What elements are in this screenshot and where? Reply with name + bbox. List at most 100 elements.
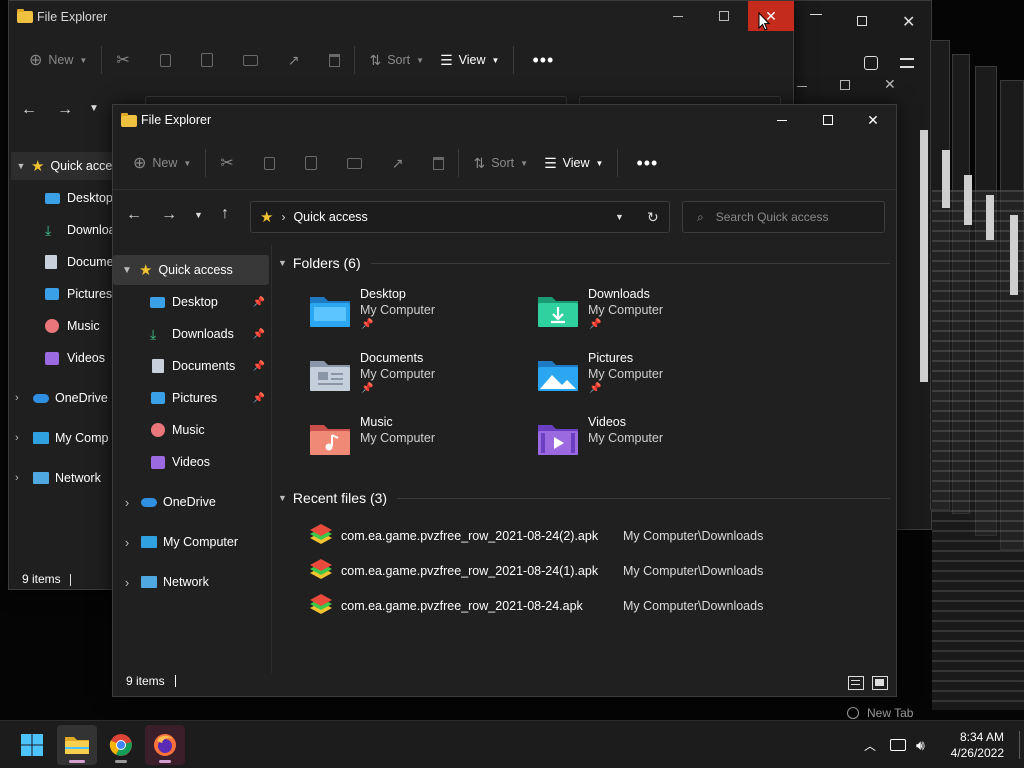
sort-button[interactable]: ⇅ Sort ▼ — [465, 147, 536, 179]
minimize-icon[interactable] — [797, 86, 807, 87]
forward-arrow-icon[interactable]: → — [57, 101, 73, 119]
show-desktop-button[interactable] — [1019, 731, 1020, 759]
recent-files-section-header[interactable]: ▼ Recent files (3) — [278, 486, 890, 510]
search-input[interactable] — [715, 210, 876, 224]
view-button[interactable]: ☰ View ▼ — [432, 44, 507, 76]
nav-item-documents[interactable]: Docume — [45, 248, 114, 276]
close-icon[interactable]: ✕ — [902, 12, 915, 32]
taskbar-firefox[interactable] — [145, 725, 185, 765]
recent-file-name: com.ea.game.pvzfree_row_2021-08-24.apk — [341, 599, 583, 613]
nav-item-onedrive[interactable]: › OneDrive — [113, 487, 269, 517]
breadcrumb-quick-access[interactable]: Quick access — [293, 210, 367, 224]
taskbar: ︿ 🔊︎ 8:34 AM 4/26/2022 — [0, 720, 1024, 768]
clock[interactable]: 8:34 AM 4/26/2022 — [951, 729, 1004, 761]
folder-tile-music[interactable]: Music My Computer — [308, 415, 528, 475]
nav-item-network[interactable]: › Network — [113, 567, 269, 597]
nav-item-videos[interactable]: Videos — [113, 447, 269, 477]
show-hidden-icons-chevron-icon[interactable]: ︿ — [864, 737, 876, 754]
nav-item-onedrive[interactable]: › OneDrive — [15, 384, 108, 412]
paste-button[interactable] — [297, 147, 325, 179]
close-button[interactable]: ✕ — [748, 1, 794, 31]
recent-file-row[interactable]: com.ea.game.pvzfree_row_2021-08-24(1).ap… — [298, 556, 888, 586]
copy-button[interactable] — [256, 147, 283, 179]
folders-section-header[interactable]: ▼ Folders (6) — [278, 251, 890, 275]
browser-new-tab[interactable]: New Tab — [847, 706, 913, 720]
videos-icon — [151, 455, 165, 469]
pocket-icon[interactable] — [864, 56, 878, 70]
pin-icon[interactable]: 📌 — [253, 329, 265, 340]
nav-item-downloads[interactable]: ⤓ Downloa — [45, 216, 116, 244]
start-button[interactable] — [12, 725, 52, 765]
folder-tile-downloads[interactable]: Downloads My Computer 📌 — [536, 287, 756, 347]
nav-item-desktop[interactable]: Desktop 📌 — [113, 287, 269, 317]
nav-item-my-computer[interactable]: › My Computer — [113, 527, 269, 557]
minimize-button[interactable] — [655, 1, 701, 31]
nav-item-desktop[interactable]: Desktop — [45, 184, 113, 212]
nav-item-documents[interactable]: Documents 📌 — [113, 351, 269, 381]
recent-locations-chevron-icon[interactable]: ▼ — [194, 210, 203, 220]
computer-icon — [33, 432, 49, 444]
nav-item-quick-access[interactable]: ▼ ★ Quick acce — [11, 152, 115, 180]
maximize-button[interactable] — [701, 1, 747, 31]
folder-tile-videos[interactable]: Videos My Computer — [536, 415, 756, 475]
nav-item-quick-access[interactable]: ▼ ★ Quick access — [113, 255, 269, 285]
folder-tile-desktop[interactable]: Desktop My Computer 📌 — [308, 287, 528, 347]
paste-button[interactable] — [193, 44, 221, 76]
back-arrow-icon[interactable]: ← — [126, 206, 142, 224]
nav-item-music[interactable]: Music — [113, 415, 269, 445]
pin-icon[interactable]: 📌 — [253, 393, 265, 404]
up-arrow-icon[interactable]: ↑ — [221, 205, 229, 223]
tiles-view-button[interactable] — [872, 676, 888, 690]
nav-item-pictures[interactable]: Pictures — [45, 280, 112, 308]
refresh-icon[interactable]: ↻ — [647, 209, 659, 226]
recent-file-row[interactable]: com.ea.game.pvzfree_row_2021-08-24.apk M… — [298, 591, 888, 621]
share-button[interactable]: ↗ — [384, 147, 412, 179]
pin-icon[interactable]: 📌 — [253, 361, 265, 372]
rename-button[interactable] — [235, 44, 266, 76]
nav-item-my-computer[interactable]: › My Comp — [15, 424, 108, 452]
address-bar[interactable]: ★ › Quick access ▼ ↻ — [250, 201, 670, 233]
pane-divider[interactable] — [271, 245, 272, 673]
recent-file-row[interactable]: com.ea.game.pvzfree_row_2021-08-24(2).ap… — [298, 521, 888, 551]
nav-item-pictures[interactable]: Pictures 📌 — [113, 383, 269, 413]
new-button[interactable]: ⊕ New ▼ — [125, 147, 199, 179]
nav-item-videos[interactable]: Videos — [45, 344, 105, 372]
network-status-icon[interactable] — [890, 739, 907, 751]
sort-button[interactable]: ⇅ Sort ▼ — [361, 44, 432, 76]
cut-button[interactable]: ✂ — [108, 44, 137, 76]
documents-folder-icon — [310, 361, 350, 391]
close-icon[interactable]: ✕ — [884, 76, 896, 93]
taskbar-chrome[interactable] — [101, 725, 141, 765]
folder-tile-documents[interactable]: Documents My Computer 📌 — [308, 351, 528, 411]
minimize-icon[interactable] — [810, 14, 822, 15]
close-button[interactable]: ✕ — [850, 105, 896, 135]
cut-button[interactable]: ✂ — [212, 147, 241, 179]
more-options-button[interactable]: ••• — [628, 147, 666, 179]
delete-button[interactable] — [321, 44, 348, 76]
rename-button[interactable] — [339, 147, 370, 179]
details-view-button[interactable] — [848, 676, 864, 690]
taskbar-file-explorer[interactable] — [57, 725, 97, 765]
copy-button[interactable] — [152, 44, 179, 76]
nav-item-network[interactable]: › Network — [15, 464, 101, 492]
folder-tile-pictures[interactable]: Pictures My Computer 📌 — [536, 351, 756, 411]
back-arrow-icon[interactable]: ← — [21, 101, 37, 119]
search-box: ⌕ — [682, 201, 885, 233]
more-options-button[interactable]: ••• — [524, 44, 562, 76]
menu-icon[interactable] — [900, 58, 914, 68]
delete-button[interactable] — [425, 147, 452, 179]
new-button[interactable]: ⊕ New ▼ — [21, 44, 95, 76]
maximize-icon[interactable] — [840, 80, 850, 90]
maximize-button[interactable] — [805, 105, 851, 135]
nav-item-music[interactable]: Music — [45, 312, 100, 340]
recent-locations-chevron-icon[interactable]: ▼ — [89, 103, 99, 114]
pin-icon[interactable]: 📌 — [253, 297, 265, 308]
address-dropdown-chevron-icon[interactable]: ▼ — [615, 212, 624, 222]
maximize-icon[interactable] — [857, 16, 867, 26]
minimize-button[interactable] — [759, 105, 805, 135]
forward-arrow-icon[interactable]: → — [161, 206, 177, 224]
volume-icon[interactable]: 🔊︎ — [916, 737, 925, 754]
nav-item-downloads[interactable]: ⤓ Downloads 📌 — [113, 319, 269, 349]
share-button[interactable]: ↗ — [280, 44, 308, 76]
view-button[interactable]: ☰ View ▼ — [536, 147, 611, 179]
